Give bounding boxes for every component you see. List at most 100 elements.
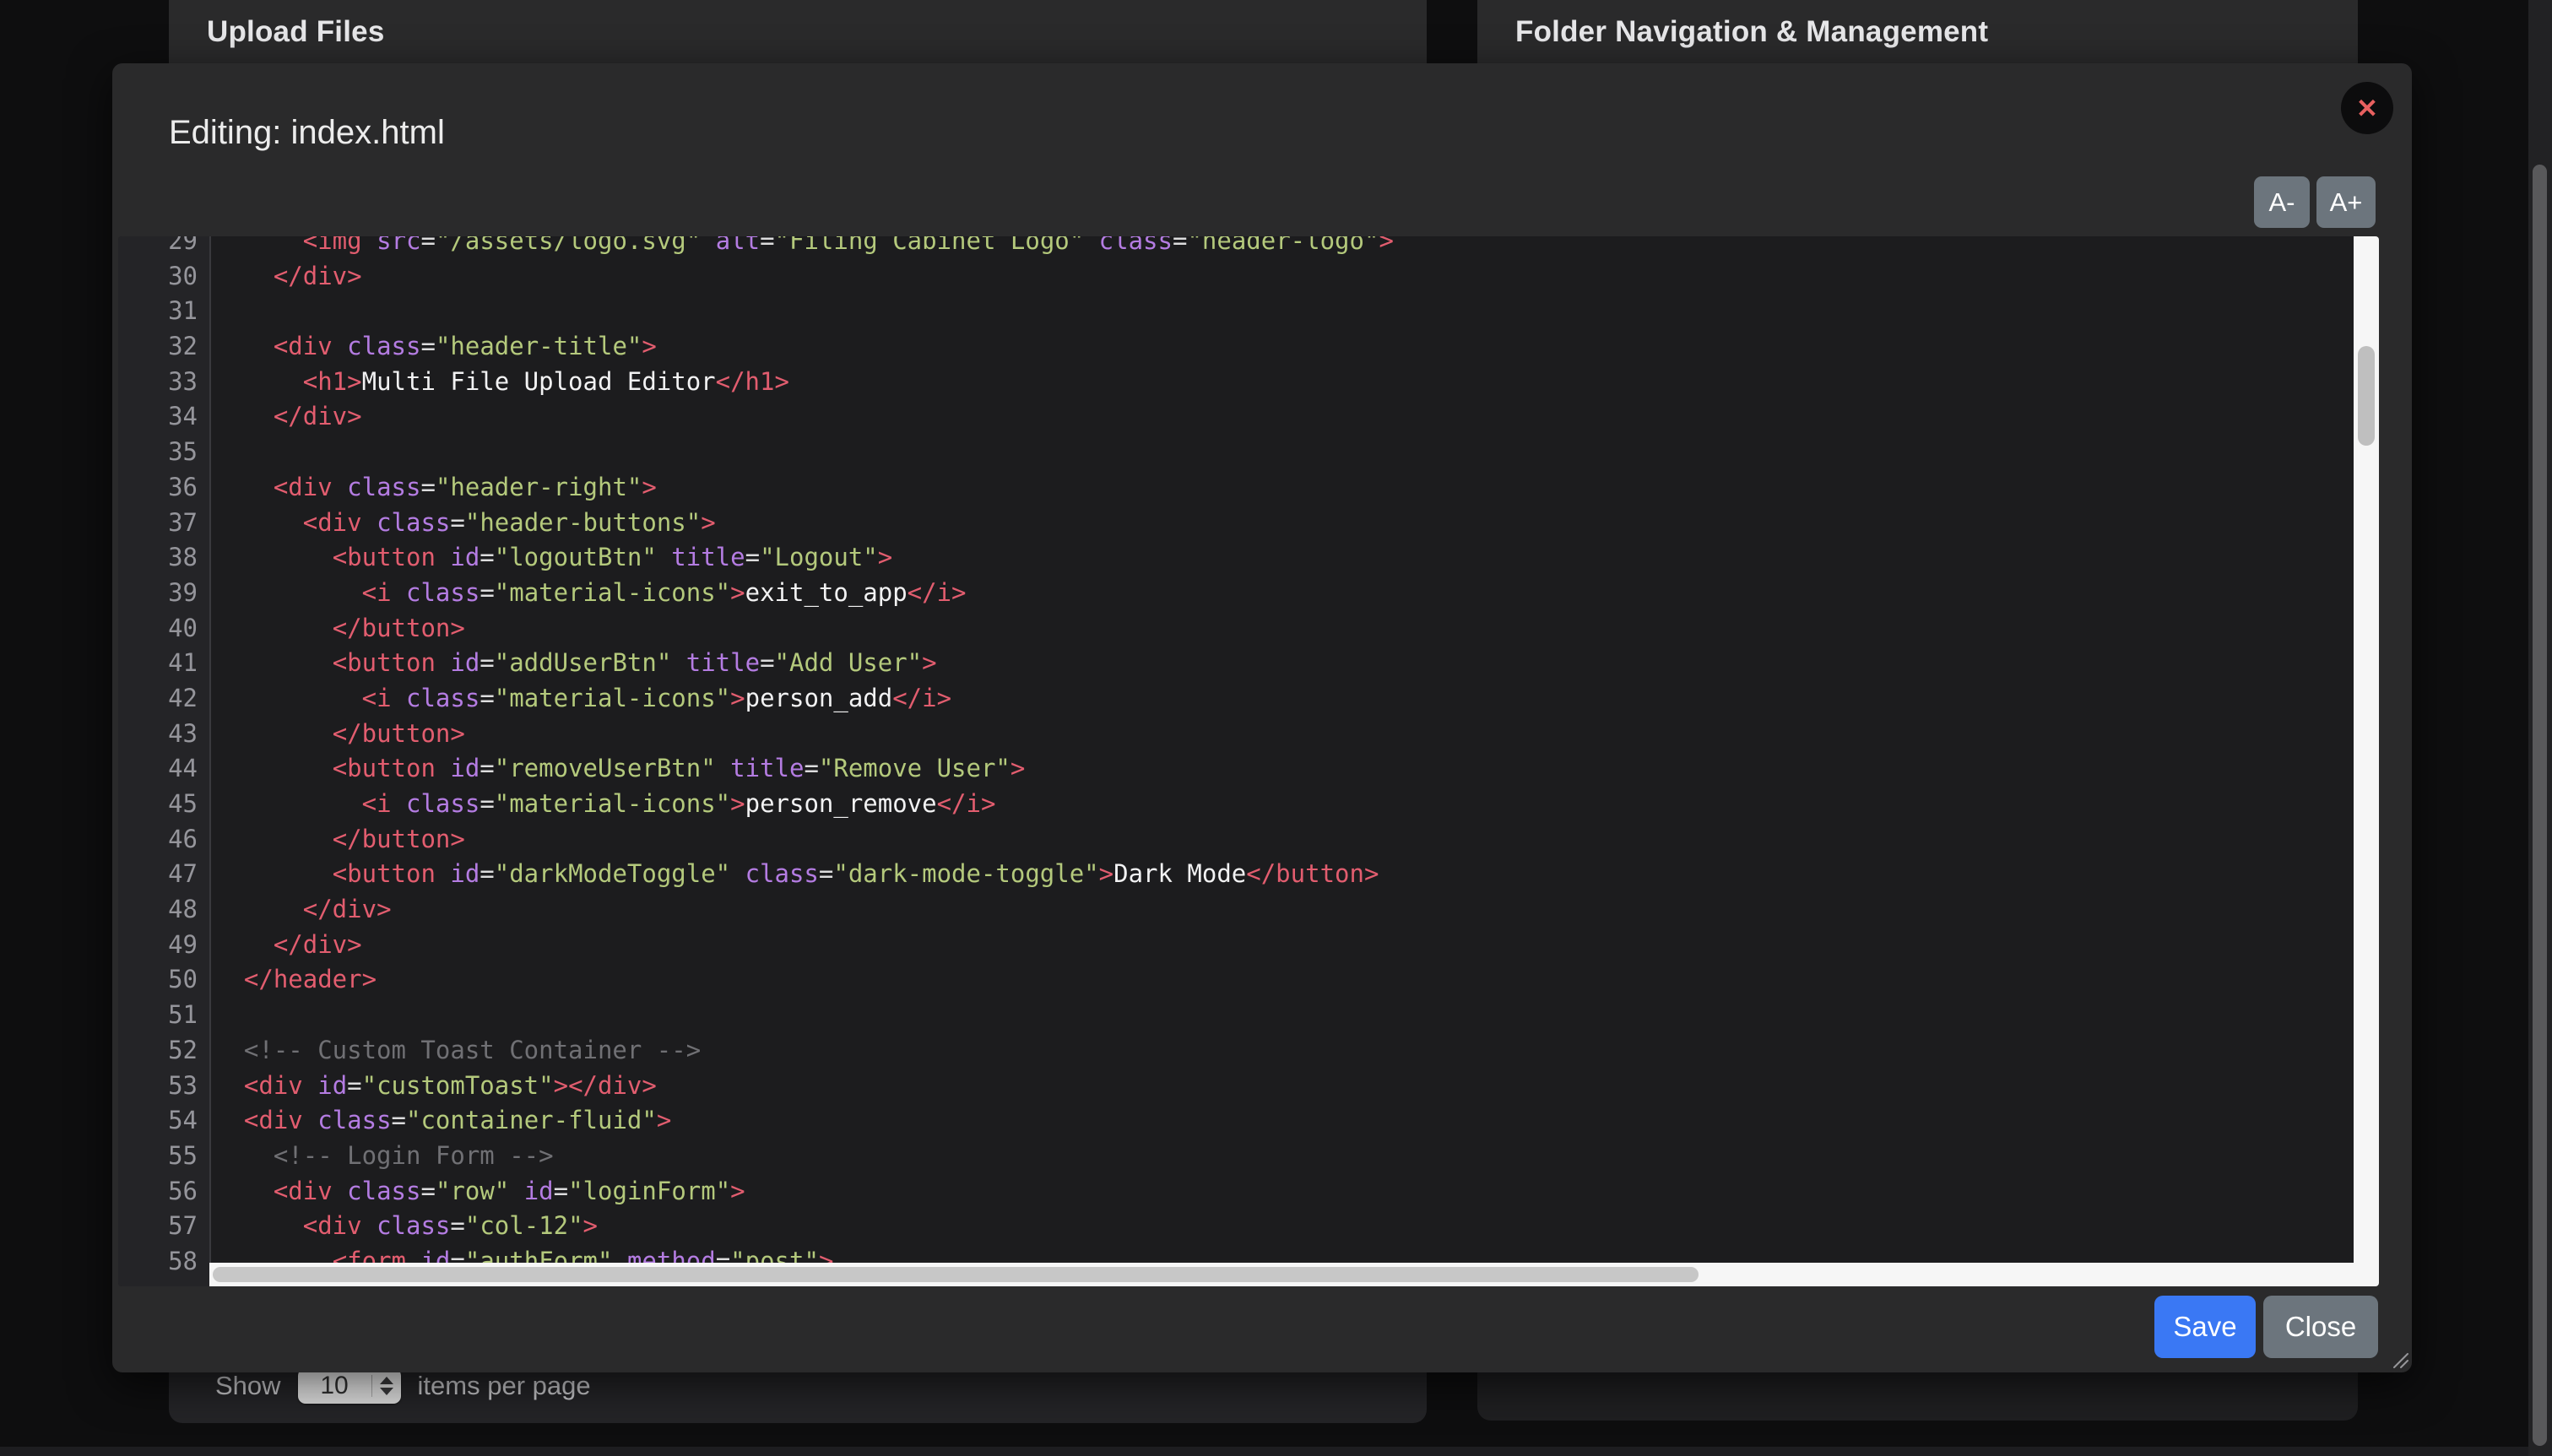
code-line-content: </div>	[209, 928, 362, 963]
line-number: 32	[118, 329, 209, 365]
line-number: 35	[118, 435, 209, 470]
code-line: 32 <div class="header-title">	[118, 329, 2379, 365]
line-number: 55	[118, 1139, 209, 1174]
line-number: 53	[118, 1069, 209, 1104]
line-number: 47	[118, 857, 209, 892]
line-number: 37	[118, 506, 209, 541]
code-line: 41 <button id="addUserBtn" title="Add Us…	[118, 646, 2379, 681]
line-number: 49	[118, 928, 209, 963]
line-number: 54	[118, 1103, 209, 1139]
code-line: 30 </div>	[118, 259, 2379, 295]
code-lines: 29 <img src="/assets/logo.svg" alt="Fili…	[118, 236, 2379, 1280]
editor-vertical-scrollbar-thumb[interactable]	[2358, 346, 2375, 446]
code-line: 38 <button id="logoutBtn" title="Logout"…	[118, 540, 2379, 576]
line-number: 46	[118, 822, 209, 858]
show-label: Show	[215, 1371, 281, 1401]
editor-horizontal-scrollbar[interactable]	[209, 1263, 2354, 1286]
line-number: 31	[118, 294, 209, 329]
line-number: 45	[118, 787, 209, 822]
line-number: 51	[118, 998, 209, 1033]
save-button[interactable]: Save	[2154, 1296, 2256, 1358]
code-line: 33 <h1>Multi File Upload Editor</h1>	[118, 365, 2379, 400]
select-arrows-icon	[372, 1377, 401, 1395]
line-number: 41	[118, 646, 209, 681]
code-line-content: <div class="row" id="loginForm">	[209, 1174, 745, 1210]
line-number: 42	[118, 681, 209, 717]
line-number: 44	[118, 751, 209, 787]
code-line-content: <div class="header-buttons">	[209, 506, 716, 541]
page-size-select[interactable]: 10	[298, 1368, 401, 1404]
code-line: 51	[118, 998, 2379, 1033]
code-line: 34 </div>	[118, 399, 2379, 435]
editor-horizontal-scrollbar-thumb[interactable]	[213, 1267, 1699, 1282]
line-number: 33	[118, 365, 209, 400]
page-size-value: 10	[298, 1372, 371, 1400]
bottom-section-edge	[0, 1447, 2552, 1456]
code-editor[interactable]: 29 <img src="/assets/logo.svg" alt="Fili…	[118, 236, 2379, 1286]
code-line: 35	[118, 435, 2379, 470]
code-line: 46 </button>	[118, 822, 2379, 858]
edit-file-modal: Editing: index.html ✕ A- A+ 29 <img src=…	[112, 63, 2412, 1372]
line-number: 56	[118, 1174, 209, 1210]
code-line-content: <i class="material-icons">person_remove<…	[209, 787, 995, 822]
line-number: 40	[118, 611, 209, 647]
code-line: 53 <div id="customToast"></div>	[118, 1069, 2379, 1104]
line-number: 57	[118, 1209, 209, 1244]
line-number: 58	[118, 1244, 209, 1280]
modal-title: Editing: index.html	[169, 114, 445, 152]
code-line-content: <i class="material-icons">exit_to_app</i…	[209, 576, 967, 611]
code-line-content: <i class="material-icons">person_add</i>	[209, 681, 951, 717]
code-line: 44 <button id="removeUserBtn" title="Rem…	[118, 751, 2379, 787]
code-line: 39 <i class="material-icons">exit_to_app…	[118, 576, 2379, 611]
page-scrollbar-thumb[interactable]	[2533, 165, 2547, 1446]
code-line-content	[209, 998, 214, 1033]
code-line-content: <div class="container-fluid">	[209, 1103, 671, 1139]
upload-files-title: Upload Files	[169, 15, 385, 49]
font-increase-button[interactable]: A+	[2316, 176, 2376, 228]
code-line-content	[209, 294, 214, 329]
editor-vertical-scrollbar[interactable]	[2354, 236, 2379, 1286]
code-line-content: <button id="logoutBtn" title="Logout">	[209, 540, 892, 576]
code-line: 42 <i class="material-icons">person_add<…	[118, 681, 2379, 717]
code-line-content	[209, 435, 214, 470]
code-line: 48 </div>	[118, 892, 2379, 928]
line-number: 48	[118, 892, 209, 928]
code-line: 40 </button>	[118, 611, 2379, 647]
code-line-content: </div>	[209, 399, 362, 435]
code-line: 50 </header>	[118, 962, 2379, 998]
upload-files-panel-header: Upload Files	[169, 0, 1427, 65]
code-line: 57 <div class="col-12">	[118, 1209, 2379, 1244]
code-line-content: <button id="addUserBtn" title="Add User"…	[209, 646, 937, 681]
line-number: 39	[118, 576, 209, 611]
font-decrease-button[interactable]: A-	[2254, 176, 2310, 228]
code-line: 49 </div>	[118, 928, 2379, 963]
code-line-content: </div>	[209, 892, 392, 928]
folder-navigation-panel-header: Folder Navigation & Management	[1477, 0, 2358, 65]
code-line-content: <img src="/assets/logo.svg" alt="Filing …	[209, 236, 1394, 259]
code-line: 29 <img src="/assets/logo.svg" alt="Fili…	[118, 236, 2379, 259]
code-line-content: </button>	[209, 611, 465, 647]
code-line-content: <button id="removeUserBtn" title="Remove…	[209, 751, 1025, 787]
code-line-content: <div id="customToast"></div>	[209, 1069, 657, 1104]
line-number: 43	[118, 717, 209, 752]
code-line: 31	[118, 294, 2379, 329]
code-line-content: <div class="col-12">	[209, 1209, 598, 1244]
code-line: 54 <div class="container-fluid">	[118, 1103, 2379, 1139]
code-line-content: </button>	[209, 822, 465, 858]
line-number: 52	[118, 1033, 209, 1069]
code-line: 43 </button>	[118, 717, 2379, 752]
close-button[interactable]: Close	[2263, 1296, 2378, 1358]
line-number: 36	[118, 470, 209, 506]
code-line: 36 <div class="header-right">	[118, 470, 2379, 506]
resize-handle[interactable]	[2392, 1351, 2408, 1368]
line-number: 34	[118, 399, 209, 435]
code-line-content: </div>	[209, 259, 362, 295]
code-line: 52 <!-- Custom Toast Container -->	[118, 1033, 2379, 1069]
chevron-down-icon	[380, 1388, 393, 1395]
modal-close-button[interactable]: ✕	[2341, 82, 2393, 134]
code-line: 45 <i class="material-icons">person_remo…	[118, 787, 2379, 822]
page-scrollbar[interactable]	[2528, 0, 2552, 1456]
code-line: 56 <div class="row" id="loginForm">	[118, 1174, 2379, 1210]
app-screen: Upload Files Folder Navigation & Managem…	[0, 0, 2552, 1456]
code-line-content: </header>	[209, 962, 377, 998]
